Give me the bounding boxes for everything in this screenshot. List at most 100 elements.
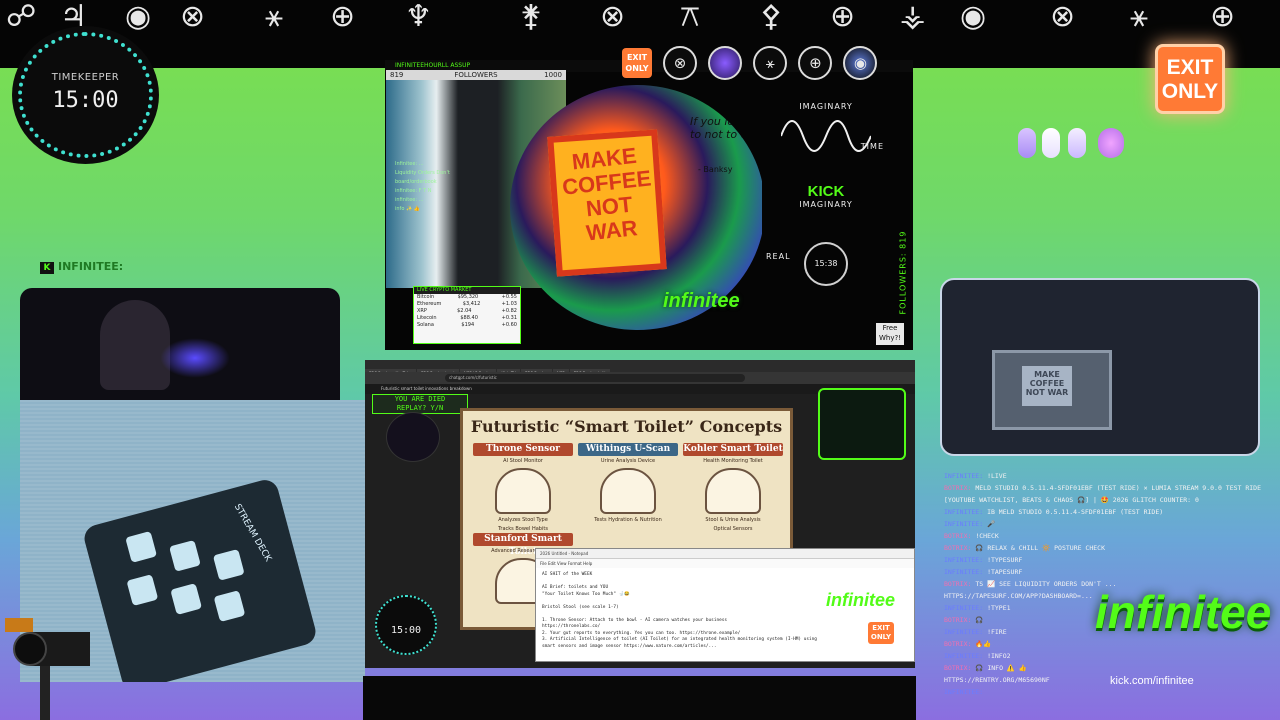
mini-chat-line: Infinitee: ... — [395, 161, 424, 167]
real-label: REAL — [766, 252, 791, 261]
chat-message: IB MELD STUDIO 0.5.11.4-SFDF01EBF (TEST … — [987, 508, 1164, 516]
timekeeper-small-time: 15:00 — [390, 625, 422, 636]
crypto-change: +0.55 — [501, 294, 517, 300]
sigil-icon: ♃ — [60, 0, 87, 34]
mini-chat-line: infinitee: F T N — [395, 188, 432, 194]
chat-message: !CHECK — [975, 532, 999, 540]
chat-user: INFINITEE: — [944, 688, 984, 696]
imaginary-wave-panel: IMAGINARY TIME KICK IMAGINARY REAL 15:38 — [762, 92, 890, 292]
chat-message: 🎧 RELAX & CHILL 🔆 POSTURE CHECK — [975, 544, 1106, 552]
chat-line: BOTRIX: !CHECK — [944, 530, 1264, 542]
bottom-black-strip — [363, 676, 916, 720]
kick-url: kick.com/infinitee — [1110, 675, 1194, 687]
mini-chat-overlay: Infinitee: ... Liquidity Orders Don't bo… — [395, 160, 515, 260]
you-are-died-overlay: YOU ARE DIED REPLAY? Y/N — [372, 394, 468, 414]
concept-name: Kohler Smart Toilet — [683, 443, 783, 456]
chat-line: INFINITEE: !TYPESURF — [944, 554, 1264, 566]
notepad-menu[interactable]: File Edit View Format Help — [536, 559, 914, 568]
timekeeper-widget: TIMEKEEPER 15:00 — [18, 32, 153, 158]
poster-text: MAKE COFFEE NOT WAR — [1022, 366, 1072, 406]
deck-key — [212, 548, 245, 581]
concept-feature: Tracks Bowel Habits — [498, 526, 548, 532]
concept-name: Stanford Smart Toilet — [473, 533, 573, 557]
analog-clock: 15:38 — [804, 242, 848, 286]
crypto-price: $88.40 — [460, 315, 478, 321]
deck-key — [169, 539, 201, 572]
deck-key — [170, 583, 203, 615]
sigil-icon: ⊕ — [1210, 0, 1236, 34]
chat-user: BOTRIX: — [944, 640, 972, 648]
chat-message[interactable]: HTTPS://TAPESURF.COM/APP?DASHBOARD=... — [944, 592, 1093, 600]
concept-sub: Health Monitoring Toilet — [703, 458, 763, 464]
wave-label-time: TIME — [860, 142, 884, 151]
concept-feature: Optical Sensors — [713, 526, 753, 532]
sigil-icon: ⚻ — [680, 0, 700, 34]
sigil-icon: ◉ — [960, 0, 987, 34]
url-input[interactable]: chatgpt.com/c/futuristic — [445, 374, 745, 382]
avatar — [708, 46, 743, 80]
exit-sign-line1: EXIT — [1166, 56, 1214, 79]
crypto-change: +1.03 — [501, 301, 517, 307]
infinitee-logo-large: infinitee — [1095, 586, 1272, 638]
deck-key — [126, 574, 159, 607]
chat-line: INFINITEE: !LIVE — [944, 470, 1264, 482]
concept-sub: AI Stool Monitor — [503, 458, 543, 464]
toilet-icon — [705, 468, 761, 514]
chat-user: BOTRIX: — [944, 544, 972, 552]
chat-user: BOTRIX: — [944, 580, 972, 588]
chat-user: BOTRIX: — [944, 616, 972, 624]
notepad-line: smart sensors and image sensor https://w… — [542, 643, 717, 649]
chat-message[interactable]: HTTPS://RENTRY.ORG/M65690NF — [944, 676, 1050, 684]
chat-message: 🔥👍 — [975, 640, 992, 648]
chat-line: INFINITEE: !INFO2 — [944, 650, 1264, 662]
concept-name: Withings U-Scan — [578, 443, 678, 456]
exit-mini-line2: ONLY — [625, 64, 649, 73]
chat-line: INFINITEE: !TAPESURF — [944, 566, 1264, 578]
concept-panel: Withings U-Scan Urine Analysis Device Te… — [578, 443, 678, 523]
name-tag-text: INFINITEE: — [58, 260, 124, 273]
sigil-circle-icon: ⊕ — [798, 46, 833, 80]
kick-name-tag: K INFINITEE: — [40, 260, 123, 274]
followers-label: FOLLOWERS — [454, 71, 498, 79]
wave-label-top: IMAGINARY — [799, 102, 853, 111]
mini-chat-line: infinitee: ... — [395, 197, 424, 203]
crypto-price: $194 — [461, 322, 475, 328]
sigil-icon: ⊗ — [180, 0, 206, 34]
chat-message: !LIVE — [987, 472, 1007, 480]
heart-icon — [1042, 128, 1060, 158]
mini-chat-line: Liquidity Orders Don't — [395, 170, 450, 176]
sigil-icon: ⚴ — [760, 0, 782, 34]
crypto-row: Litecoin $88.40 +0.31 — [414, 315, 520, 322]
exit-only-mini: EXIT ONLY — [622, 48, 652, 78]
crypto-name: XRP — [417, 308, 427, 314]
sigil-icon: ⚹ — [265, 0, 283, 34]
chat-user: INFINITEE: — [944, 508, 984, 516]
concept-feature: Analyzes Stool Type — [498, 517, 548, 523]
chat-user: BOTRIX: — [944, 532, 972, 540]
swirl-icon: ◉ — [843, 46, 878, 80]
toilet-icon — [495, 468, 551, 514]
chat-message: !FIRE — [987, 628, 1007, 636]
notepad-title-bar: 2026 Untitled - Notepad — [536, 549, 914, 559]
kick-logo-icon: K — [40, 262, 54, 274]
crypto-row: XRP $2.04 +0.82 — [414, 308, 520, 315]
crypto-name: Solana — [417, 322, 434, 328]
crypto-change: +0.82 — [501, 308, 517, 314]
eye-icon: ⚶ — [900, 0, 926, 34]
toilet-icon — [600, 468, 656, 514]
crypto-name: Ethereum — [417, 301, 442, 307]
crypto-row: Bitcoin $95,320 +0.55 — [414, 294, 520, 301]
heart-icon — [1098, 128, 1124, 158]
chat-message: !TYPESURF — [987, 556, 1023, 564]
chat-line: INFINITEE: 🎤 — [944, 518, 1264, 530]
exit-mini2-line1: EXIT — [872, 624, 890, 632]
chat-line: INFINITEE: IB MELD STUDIO 0.5.11.4-SFDF0… — [944, 506, 1264, 518]
chat-user: INFINITEE: — [944, 568, 984, 576]
crypto-name: Bitcoin — [417, 294, 435, 300]
chat-user: INFINITEE: — [944, 604, 984, 612]
notepad-text[interactable]: AI SHIT of the WEEK AI Brief: toilets an… — [536, 568, 914, 654]
chat-user: INFINITEE: — [944, 520, 984, 528]
concept-panel: Kohler Smart Toilet Health Monitoring To… — [683, 443, 783, 532]
wave-label-bottom: IMAGINARY — [799, 200, 853, 209]
dark-orb-cam — [386, 412, 440, 462]
